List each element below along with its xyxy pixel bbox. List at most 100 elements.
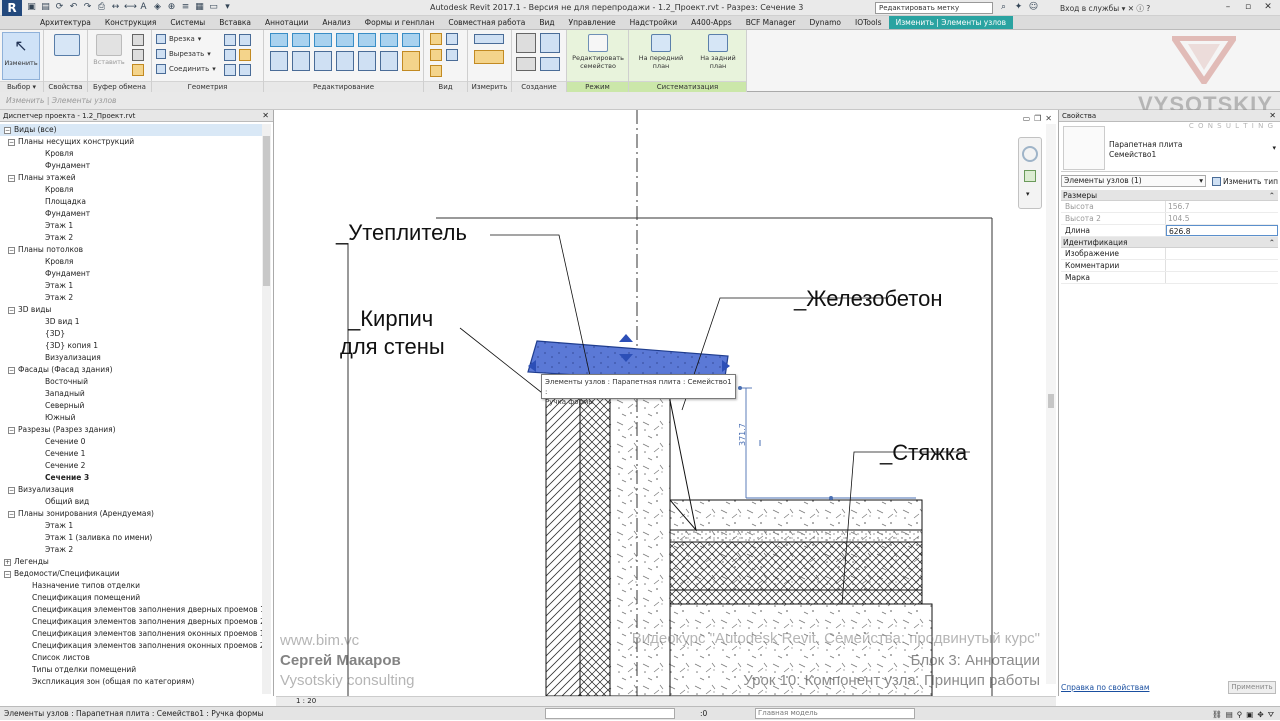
pin-icon[interactable] [402, 33, 420, 47]
label-insulation[interactable]: _Утеплитель [336, 220, 467, 246]
label-screed[interactable]: _Стяжка [880, 440, 967, 466]
nav-dropdown-icon[interactable]: ▾ [1026, 190, 1030, 198]
measure-icon[interactable]: ↔ [110, 2, 121, 13]
mirror-draw-icon[interactable] [336, 33, 354, 47]
tree-node[interactable]: Список листов [0, 652, 262, 664]
tree-node[interactable]: −3D виды [0, 304, 262, 316]
collapse-icon[interactable]: − [8, 247, 15, 254]
property-value[interactable] [1166, 248, 1278, 259]
close-hidden-icon[interactable]: ▦ [194, 2, 205, 13]
customize-qat-icon[interactable]: ▾ [222, 2, 233, 13]
dimension-icon[interactable]: ⟷ [124, 2, 137, 13]
tree-node[interactable]: Сечение 1 [0, 448, 262, 460]
tab-11[interactable]: A400-Apps [684, 16, 739, 29]
tab-4[interactable]: Аннотации [258, 16, 315, 29]
type-selector[interactable]: Парапетная плита Семейство1 ▾ [1061, 124, 1278, 172]
tree-node[interactable]: 3D вид 1 [0, 316, 262, 328]
concrete-wall[interactable] [609, 395, 671, 696]
tree-node[interactable]: Сечение 3 [0, 472, 262, 484]
tab-5[interactable]: Анализ [315, 16, 357, 29]
tree-node[interactable]: − Фасады (Фасад здания) [0, 364, 262, 376]
close-icon[interactable]: ✕ [1269, 110, 1276, 122]
minimize-button[interactable]: – [1218, 0, 1238, 15]
tree-node[interactable]: Спецификация элементов заполнения дверны… [0, 616, 262, 628]
dimension-grip-top[interactable] [738, 386, 742, 390]
zoom-icon[interactable] [1024, 170, 1036, 182]
view-dropdown-icon[interactable] [446, 33, 458, 45]
tab-14[interactable]: IOTools [848, 16, 889, 29]
signin-menu[interactable]: Вход в службы ▾ ✕ ⓘ ? [1060, 3, 1150, 14]
property-value[interactable]: 104.5 [1166, 213, 1278, 224]
copy-element-icon[interactable] [292, 51, 310, 71]
unpaint-icon[interactable] [224, 64, 236, 76]
filter-icon[interactable]: ⛛ [1268, 708, 1274, 721]
tab-0[interactable]: Архитектура [33, 16, 98, 29]
collapse-icon[interactable]: − [4, 127, 11, 134]
tree-node[interactable]: − Планы несущих конструкций [0, 136, 262, 148]
collapse-icon[interactable]: − [8, 487, 15, 494]
create-assembly-icon[interactable] [516, 57, 536, 71]
tree-node[interactable]: − Планы потолков [0, 244, 262, 256]
close-icon[interactable]: ✕ [262, 110, 269, 122]
browser-scroll-thumb[interactable] [263, 136, 270, 286]
tree-node[interactable]: Этаж 1 [0, 520, 262, 532]
match-type-icon[interactable] [132, 64, 144, 76]
linework-icon[interactable] [430, 65, 442, 77]
view-close-icon[interactable]: ✕ [1045, 114, 1052, 123]
tree-node[interactable]: Спецификация элементов заполнения дверны… [0, 604, 262, 616]
cope-button[interactable]: Врезка ▾ [156, 32, 201, 46]
view-restore-icon[interactable]: ❐ [1034, 114, 1041, 123]
align-icon[interactable] [270, 33, 288, 47]
bring-to-front-button[interactable]: На передний план [633, 32, 689, 80]
send-to-back-button[interactable]: На задний план [691, 32, 745, 80]
tree-node[interactable]: Кровля [0, 148, 262, 160]
instance-filter-dropdown[interactable]: Элементы узлов (1) ▾ [1061, 175, 1206, 187]
shape-handle-up[interactable] [619, 334, 633, 342]
properties-help-link[interactable]: Справка по свойствам [1061, 683, 1149, 692]
thin-lines-icon[interactable]: ≡ [180, 2, 191, 13]
select-underlay-icon[interactable]: ▤ [1226, 708, 1233, 721]
tab-9[interactable]: Управление [562, 16, 623, 29]
tab-6[interactable]: Формы и генплан [358, 16, 442, 29]
undo-icon[interactable]: ↶ [68, 2, 79, 13]
tree-node[interactable]: Экспликация зон (общая по категориям) [0, 676, 262, 688]
property-row[interactable]: Изображение [1061, 248, 1278, 260]
view-minimize-icon[interactable]: ▭ [1023, 114, 1031, 123]
tree-node[interactable]: Этаж 2 [0, 232, 262, 244]
property-row[interactable]: Высота 156.7 [1061, 201, 1278, 213]
tree-node[interactable]: Этаж 2 [0, 292, 262, 304]
close-button[interactable]: ✕ [1258, 0, 1278, 15]
tab-3[interactable]: Вставка [212, 16, 258, 29]
collapse-icon[interactable]: − [8, 139, 15, 146]
insulation-layer[interactable] [579, 395, 611, 696]
wall-joins-icon[interactable] [224, 34, 236, 46]
override-graphics-icon[interactable] [430, 49, 442, 61]
create-group-icon[interactable] [540, 33, 560, 53]
search-icon[interactable]: ⌕ [998, 2, 1009, 13]
3d-view-icon[interactable]: ◈ [152, 2, 163, 13]
measure-distance-icon[interactable] [474, 34, 504, 44]
offset-icon[interactable] [292, 33, 310, 47]
tree-node[interactable]: Этаж 1 [0, 220, 262, 232]
edit-type-button[interactable]: Изменить тип [1212, 176, 1278, 186]
workset-field[interactable] [545, 708, 675, 719]
screed-layer[interactable] [669, 529, 923, 543]
hide-element-icon[interactable] [430, 33, 442, 45]
tab-1[interactable]: Конструкция [98, 16, 164, 29]
tree-node[interactable]: Типы отделки помещений [0, 664, 262, 676]
property-value[interactable]: 156.7 [1166, 201, 1278, 212]
property-row[interactable]: Длина 626.8 [1061, 225, 1278, 237]
tab-7[interactable]: Совместная работа [441, 16, 532, 29]
property-value[interactable] [1166, 260, 1278, 271]
design-option-field[interactable]: Главная модель [755, 708, 915, 719]
tree-node[interactable]: Назначение типов отделки [0, 580, 262, 592]
redo-icon[interactable]: ↷ [82, 2, 93, 13]
property-value[interactable]: 626.8 [1166, 225, 1278, 236]
mirror-axis-icon[interactable] [314, 33, 332, 47]
dimension-grip-bottom[interactable] [829, 496, 833, 500]
demolish-icon[interactable] [239, 49, 251, 61]
tree-node[interactable]: Спецификация элементов заполнения оконны… [0, 628, 262, 640]
trim-icon[interactable] [336, 51, 354, 71]
label-brick-line1[interactable]: _Кирпич [348, 306, 433, 332]
view-scale[interactable]: 1 : 20 [296, 697, 316, 706]
